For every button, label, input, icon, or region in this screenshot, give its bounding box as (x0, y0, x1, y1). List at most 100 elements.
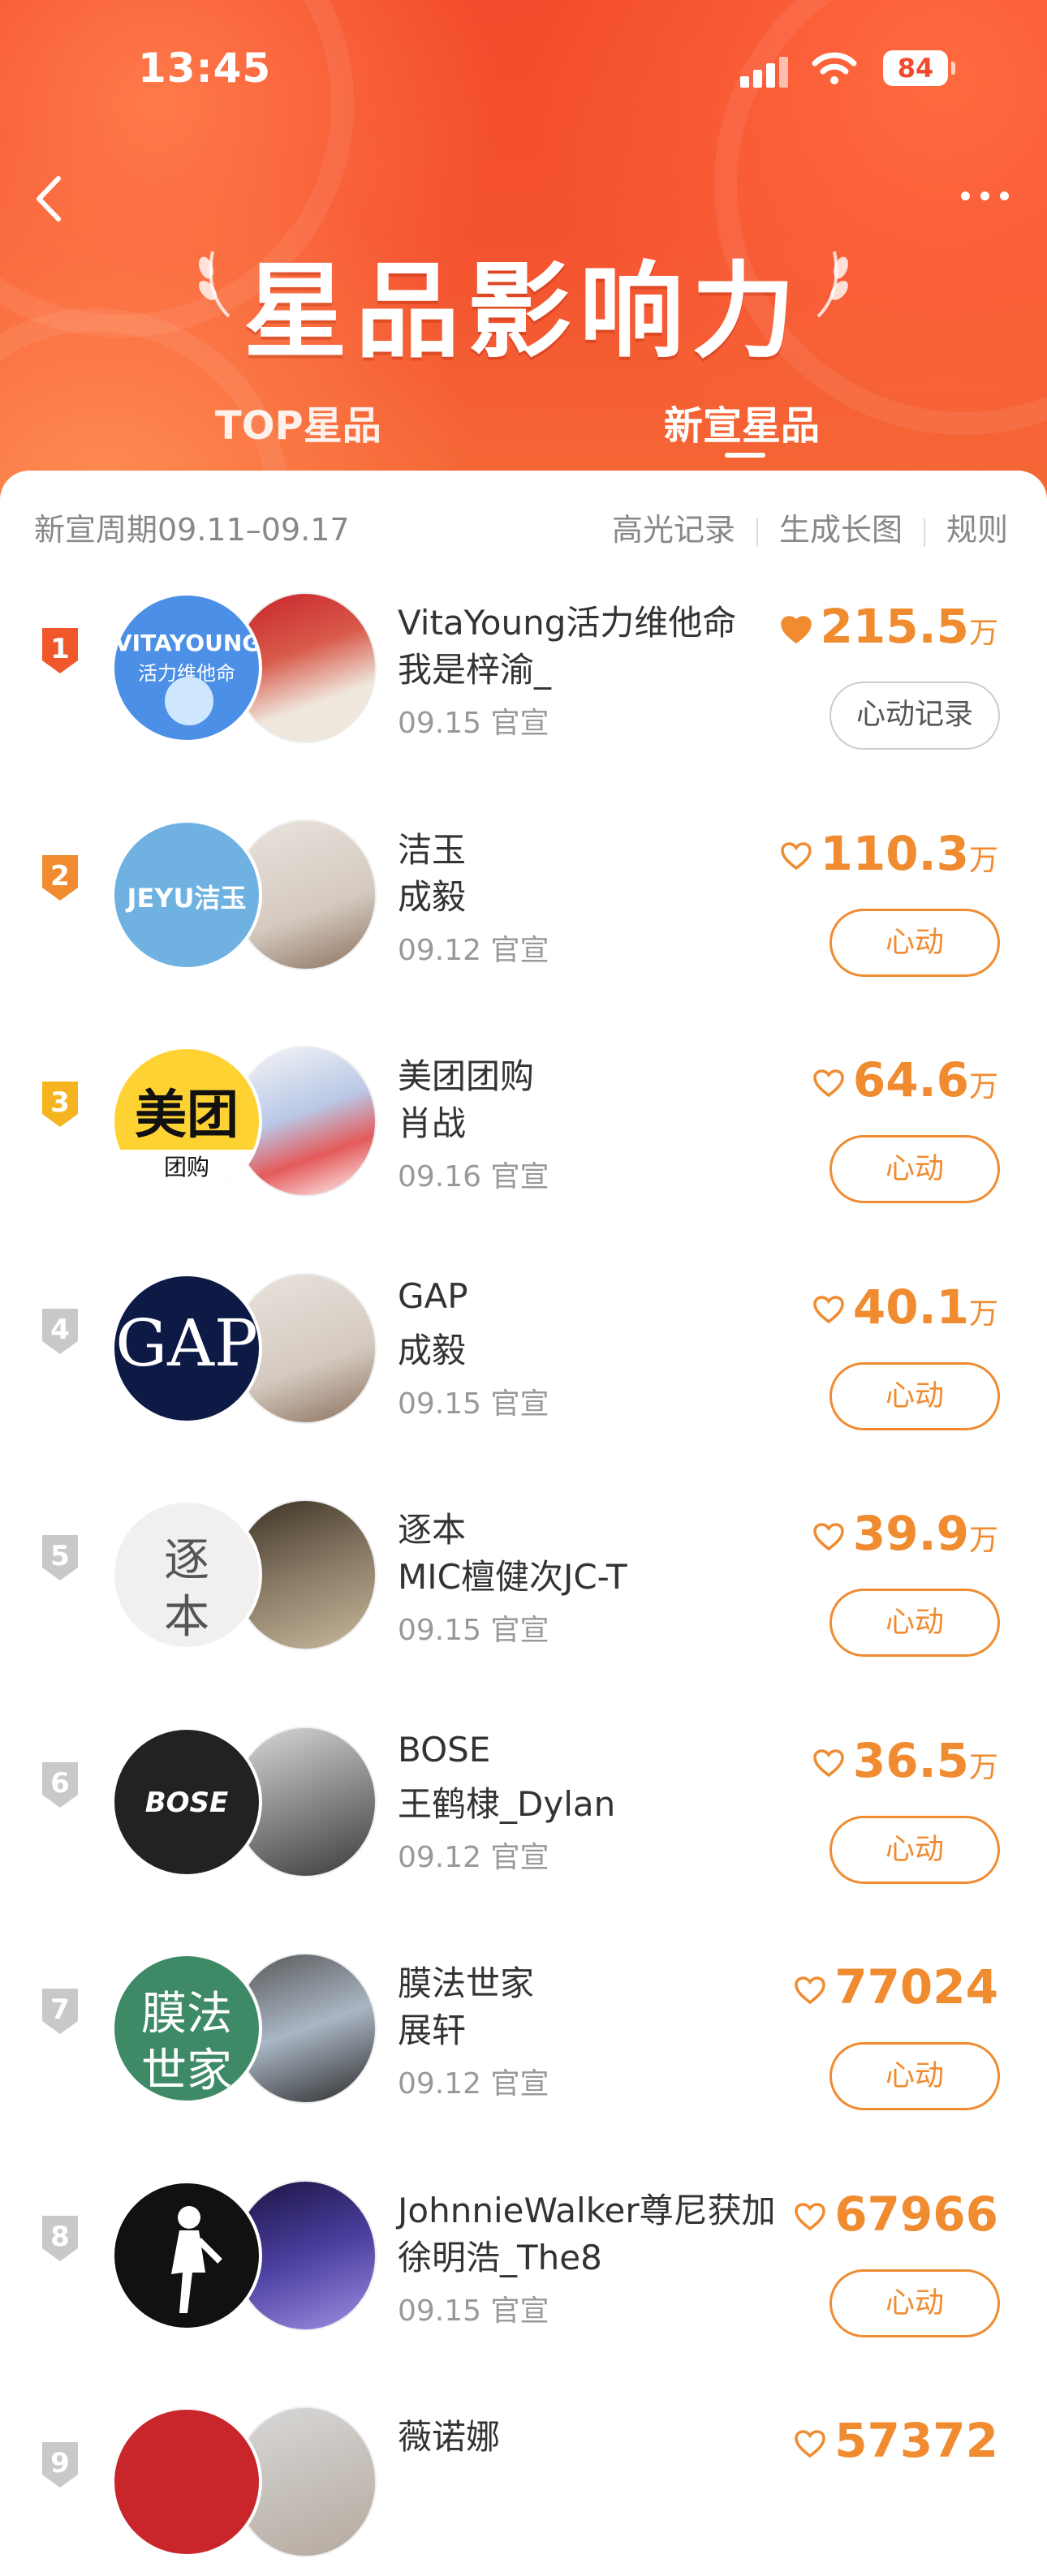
brand-logo-subtext: 本 (164, 1591, 209, 1644)
star-name: 我是梓渝_ (398, 650, 552, 690)
brand-logo[interactable]: 膜法 世家 (111, 1953, 262, 2104)
rank-number: 9 (50, 2447, 70, 2479)
brand-logo[interactable] (111, 2179, 262, 2331)
star-name: 成毅 (398, 1330, 467, 1370)
score-value: 215.5 (820, 599, 969, 654)
heart-score: 64.6万 (812, 1052, 998, 1107)
rank-row: 9 薇诺娜 57372 (0, 2374, 1047, 2576)
rank-row: 5 逐本逐本 MIC檀健次JC-T 09.15 官宣 39.9万 心动 (0, 1467, 1047, 1669)
brand-logo-text: GAP (115, 1305, 258, 1381)
heart-record-button[interactable]: 心动记录 (829, 682, 1000, 750)
brand-logo[interactable]: VITAYOUNG 活力维他命 (111, 592, 262, 743)
star-name: MIC檀健次JC-T (398, 1557, 627, 1597)
score-value: 77024 (834, 1959, 998, 2015)
score-unit: 万 (968, 843, 998, 877)
heart-score: 36.5万 (812, 1733, 998, 1788)
more-icon[interactable] (958, 185, 1015, 209)
heart-icon (795, 2203, 825, 2231)
cellular-signal-icon (740, 55, 789, 88)
score-unit: 万 (968, 1750, 998, 1784)
rank-row: 7 膜法 世家 膜法世家 展轩 09.12 官宣 77024 心动 (0, 1920, 1047, 2122)
rank-row: 6 BOSE BOSE 王鹤棣_Dylan 09.12 官宣 36.5万 心动 (0, 1694, 1047, 1896)
rank-row: 2 JEYU洁玉 洁玉成毅 09.12 官宣 110.3万心动 (0, 787, 1047, 989)
rank-badge: 5 (37, 1532, 83, 1580)
heart-button[interactable]: 心动 (829, 2042, 1000, 2110)
brand-logo-subtext: 世家 (141, 2045, 232, 2097)
rank-number: 4 (50, 1313, 70, 1346)
ranking-card: 新宣周期09.11–09.17 高光记录 生成长图 规则 1 VITAYOUNG 活力维… (0, 471, 1047, 2557)
elephant-icon (165, 677, 213, 725)
rank-row: 1 VITAYOUNG 活力维他命 VitaYoung活力维他命 我是梓渝_ 09.15 … (0, 560, 1047, 762)
score-value: 57372 (834, 2413, 998, 2468)
brand-logo-text: JEYU洁玉 (127, 882, 247, 914)
battery-icon: 84 (883, 50, 955, 86)
heart-icon (813, 1749, 844, 1778)
brand-name: 洁玉 (398, 829, 467, 870)
brand-logo-text: 美团 (135, 1086, 239, 1146)
heart-score: 110.3万 (780, 826, 998, 881)
brand-name: VitaYoung活力维他命 (398, 603, 737, 643)
heart-score: 67966 (794, 2187, 998, 2242)
rank-number: 1 (50, 633, 70, 665)
rank-badge: 2 (37, 852, 83, 901)
back-icon[interactable] (24, 170, 73, 227)
heart-score: 77024 (794, 1959, 998, 2015)
rank-number: 2 (50, 859, 70, 892)
highlight-record-link[interactable]: 高光记录 (612, 512, 735, 548)
heart-button[interactable]: 心动 (829, 1815, 1000, 1884)
score-unit: 万 (968, 1524, 998, 1557)
rank-badge: 8 (37, 2213, 83, 2261)
rank-number: 5 (50, 1540, 70, 1572)
brand-name: 膜法世家 (398, 1963, 535, 2003)
heart-icon (813, 1069, 844, 1098)
brand-logo-text: 逐 (164, 1534, 209, 1587)
rules-link[interactable]: 规则 (946, 512, 1008, 548)
announce-date: 09.16 官宣 (398, 1160, 549, 1193)
announce-date: 09.12 官宣 (398, 2067, 549, 2101)
brand-logo[interactable]: 美团 团购 (111, 1046, 262, 1197)
announce-date: 09.15 官宣 (398, 707, 549, 740)
brand-logo[interactable] (111, 2406, 262, 2557)
announce-date: 09.15 官宣 (398, 2294, 549, 2328)
brand-logo[interactable]: BOSE (111, 1726, 262, 1877)
striding-man-icon (114, 2183, 259, 2328)
heart-button[interactable]: 心动 (829, 908, 1000, 977)
score-value: 39.9 (852, 1506, 969, 1561)
status-time: 13:45 (138, 45, 272, 92)
brand-name: JohnnieWalker尊尼获加 (398, 2190, 776, 2230)
rank-number: 8 (50, 2220, 70, 2253)
generate-image-link[interactable]: 生成长图 (779, 512, 903, 548)
brand-logo[interactable]: GAP (111, 1272, 262, 1424)
star-name: 肖战 (398, 1103, 467, 1143)
heart-button[interactable]: 心动 (829, 1135, 1000, 1203)
rank-row: 8 JohnnieWalker尊尼获加 徐明浩_The8 09.15 官宣 67966 心… (0, 2148, 1047, 2350)
star-name: 成毅 (398, 876, 467, 917)
rank-row: 4 GAP GAP 成毅 09.15 官宣 40.1万 心动 (0, 1241, 1047, 1443)
score-value: 64.6 (852, 1052, 969, 1107)
brand-logo[interactable]: JEYU洁玉 (111, 819, 262, 970)
page-header: 13:45 84 星品影响力 TOP星品 新宣星品 (0, 0, 1047, 519)
rank-badge: 4 (37, 1305, 83, 1354)
tab-new-products[interactable]: 新宣星品 (664, 393, 820, 450)
announce-date: 09.12 官宣 (398, 933, 549, 967)
brand-logo-text: 膜法 (141, 1988, 232, 2041)
heart-button[interactable]: 心动 (829, 1589, 1000, 1657)
brand-logo-subtext: 团购 (114, 1150, 259, 1193)
score-value: 40.1 (852, 1279, 969, 1335)
wifi-icon (812, 52, 857, 84)
heart-button[interactable]: 心动 (829, 1361, 1000, 1430)
heart-score: 39.9万 (812, 1506, 998, 1561)
heart-icon (813, 1523, 844, 1551)
page-title: 星品影响力 (243, 252, 804, 372)
heart-icon (795, 2430, 825, 2458)
brand-logo[interactable]: 逐本 (111, 1499, 262, 1650)
announce-date: 09.12 官宣 (398, 1840, 549, 1874)
heart-button[interactable]: 心动 (829, 2269, 1000, 2337)
star-name: 展轩 (398, 2010, 467, 2050)
score-value: 67966 (834, 2186, 998, 2242)
brand-logo-text: BOSE (144, 1786, 229, 1819)
brand-name: 美团团购 (398, 1056, 535, 1096)
score-unit: 万 (968, 1297, 998, 1331)
rank-badge: 3 (37, 1078, 83, 1127)
tab-top-products[interactable]: TOP星品 (215, 393, 381, 450)
